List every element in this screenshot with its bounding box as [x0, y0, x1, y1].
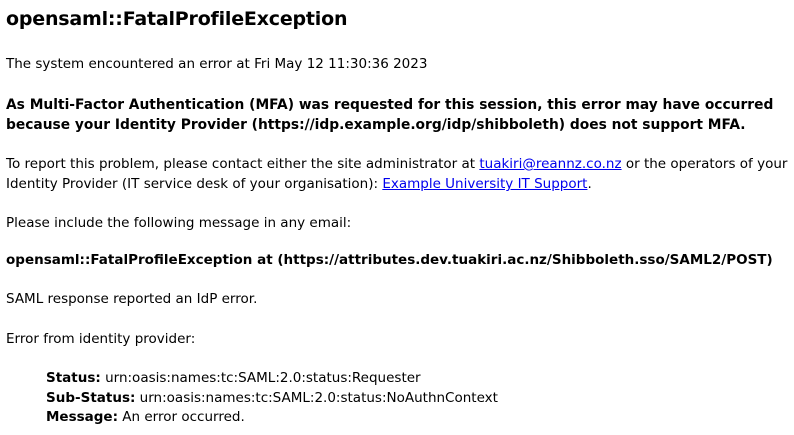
status-label: Status: [46, 370, 101, 386]
substatus-value: urn:oasis:names:tc:SAML:2.0:status:NoAut… [135, 389, 498, 406]
admin-email-link[interactable]: tuakiri@reannz.co.nz [479, 156, 621, 172]
message-label: Message: [46, 409, 118, 425]
message-value: An error occurred. [118, 409, 245, 425]
error-time-text: The system encountered an error at Fri M… [6, 56, 428, 72]
page-title: opensaml::FatalProfileException [6, 8, 348, 30]
error-page: opensaml::FatalProfileException The syst… [6, 6, 792, 428]
message-row: Message: An error occurred. [46, 408, 792, 428]
idp-status-block: Status: urn:oasis:names:tc:SAML:2.0:stat… [46, 369, 792, 428]
substatus-row: Sub-Status: urn:oasis:names:tc:SAML:2.0:… [46, 389, 792, 409]
saml-response-text: SAML response reported an IdP error. [6, 291, 258, 307]
mfa-notice: As Multi-Factor Authentication (MFA) was… [6, 97, 774, 133]
status-row: Status: urn:oasis:names:tc:SAML:2.0:stat… [46, 369, 792, 389]
include-text: Please include the following message in … [6, 215, 352, 231]
report-paragraph: To report this problem, please contact e… [6, 154, 792, 194]
substatus-label: Sub-Status: [46, 389, 136, 406]
support-link[interactable]: Example University IT Support [382, 176, 587, 192]
error-from-idp-text: Error from identity provider: [6, 331, 196, 347]
status-value: urn:oasis:names:tc:SAML:2.0:status:Reque… [100, 370, 421, 386]
exception-message: opensaml::FatalProfileException at (http… [6, 252, 773, 268]
report-text-after: . [587, 176, 592, 192]
report-text-before: To report this problem, please contact e… [6, 156, 480, 172]
